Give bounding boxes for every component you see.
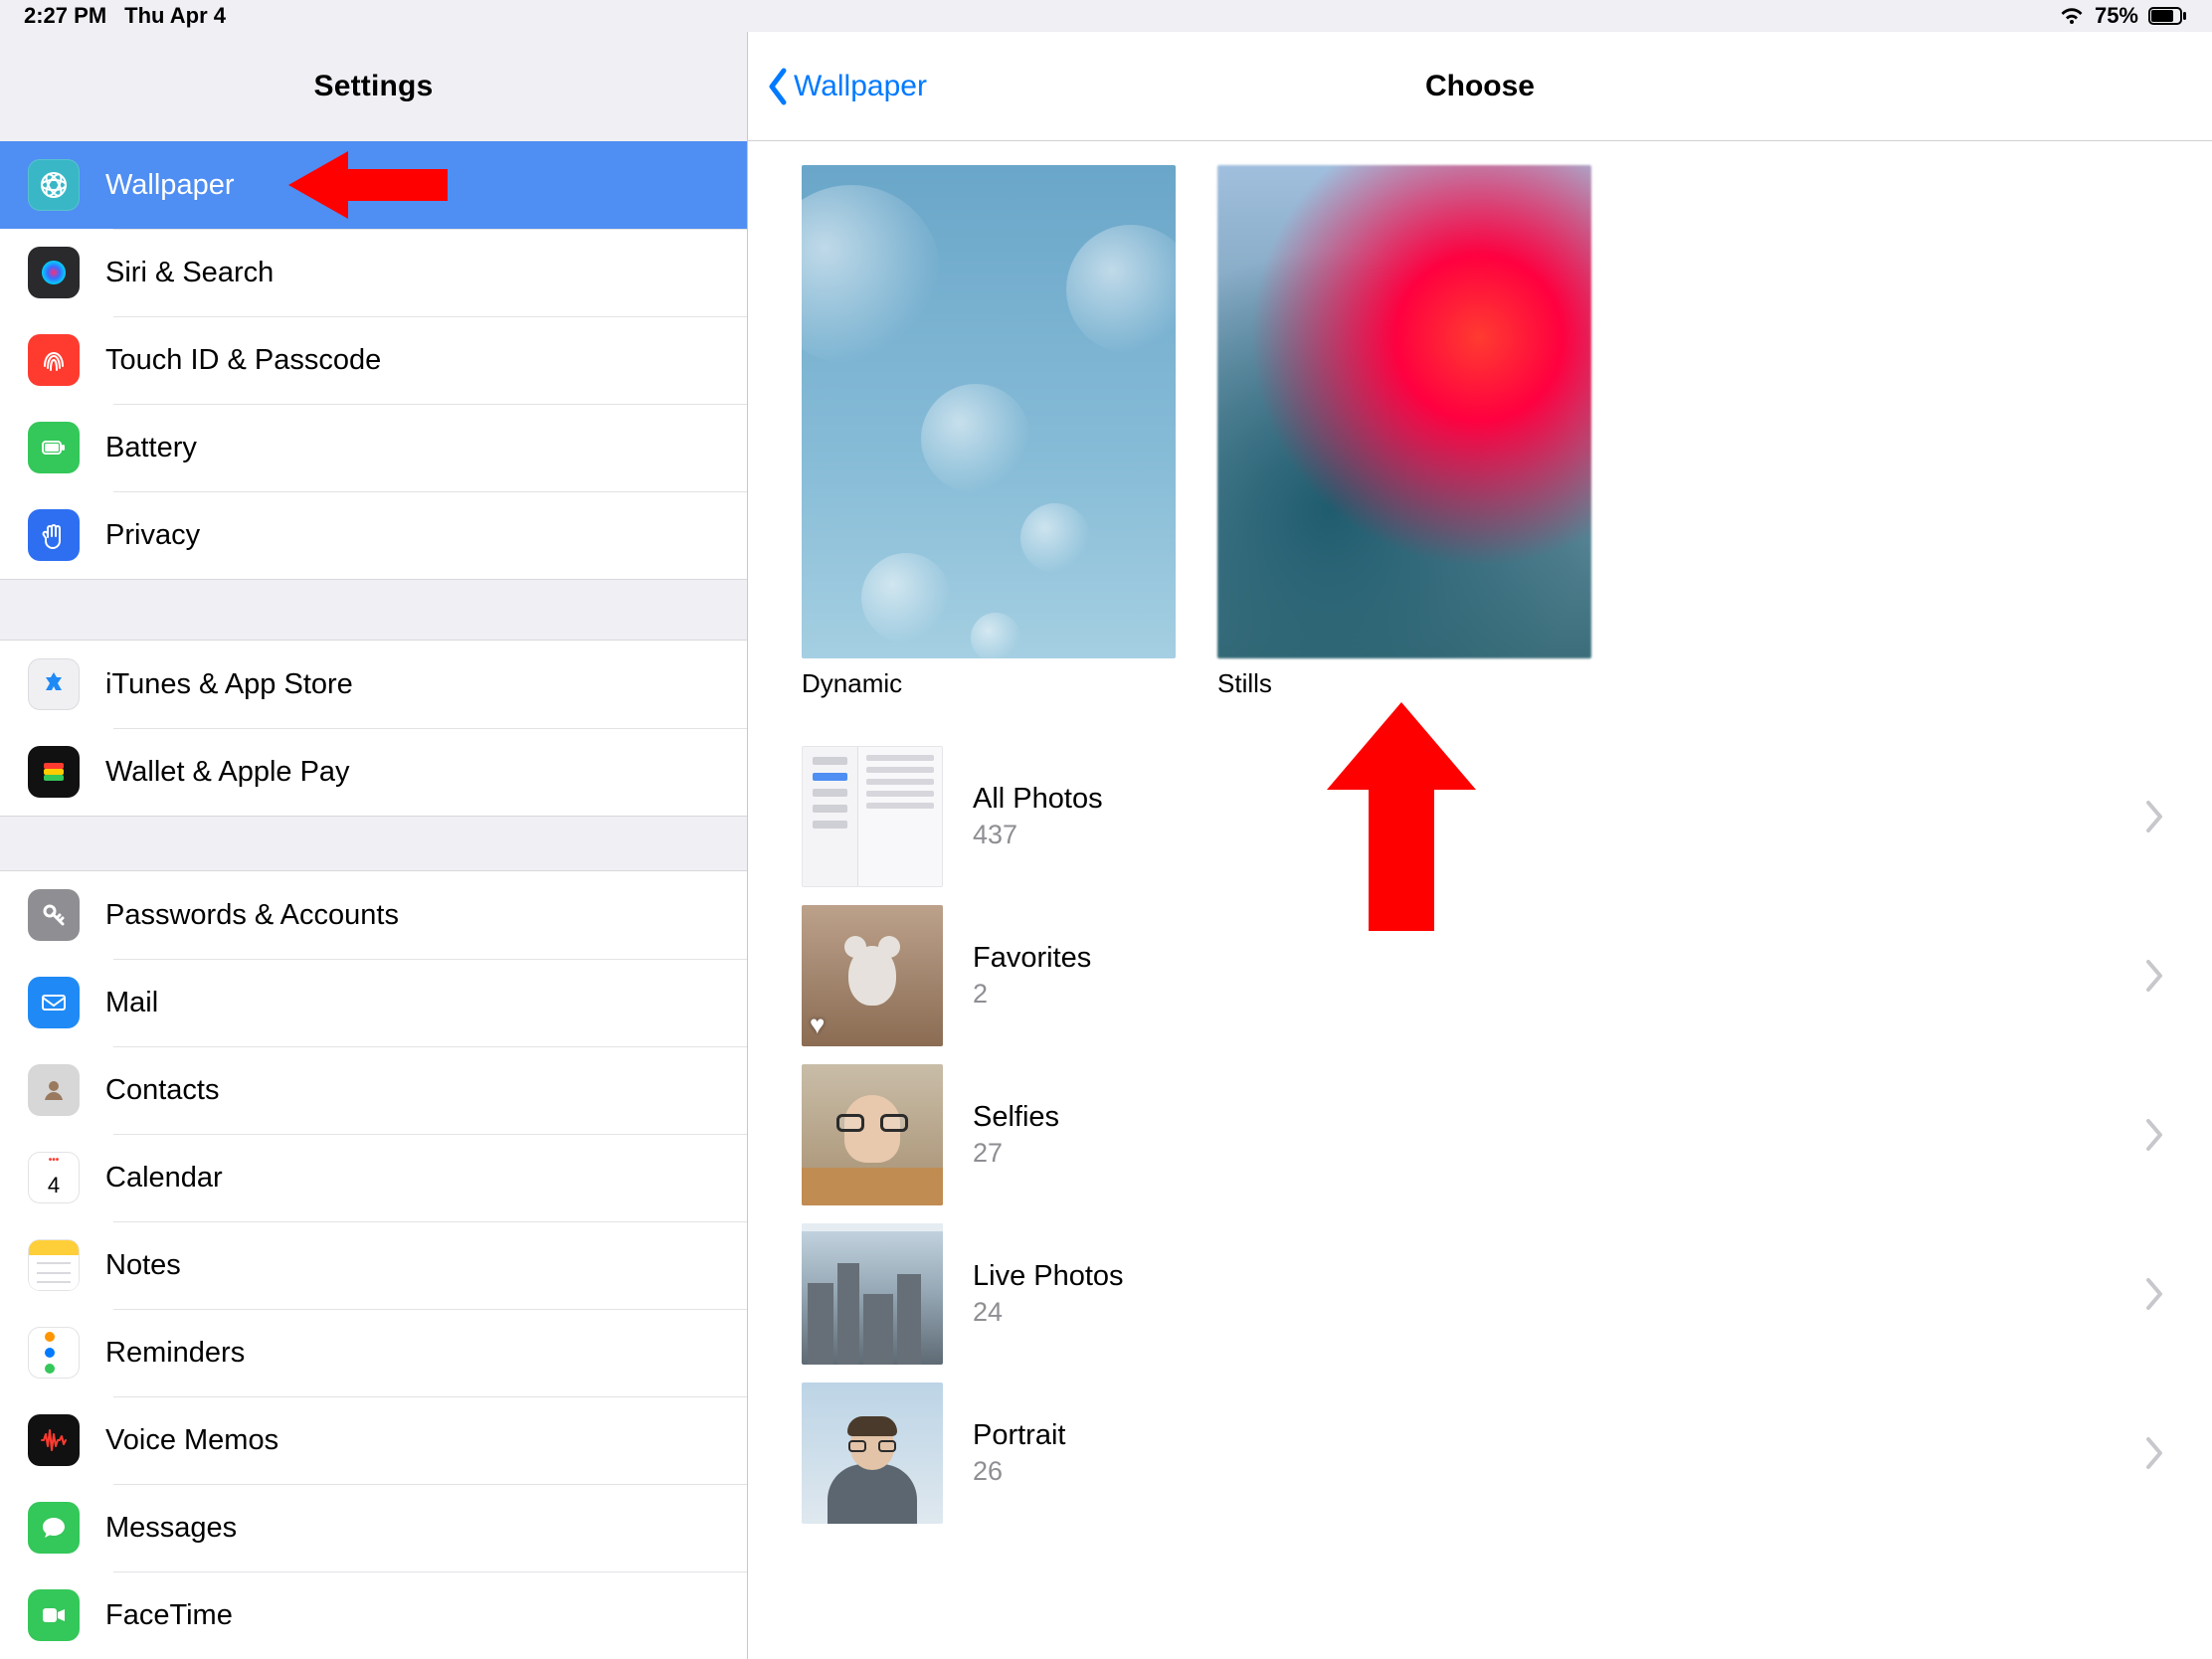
album-count: 27 <box>973 1138 1059 1169</box>
album-title: All Photos <box>973 783 1103 816</box>
sidebar-item-wallet[interactable]: Wallet & Apple Pay <box>0 728 747 816</box>
sidebar-item-voicememos[interactable]: Voice Memos <box>0 1396 747 1484</box>
tile-label: Dynamic <box>802 668 1176 699</box>
album-thumbnail: ♥ <box>802 905 943 1046</box>
heart-icon: ♥ <box>810 1010 825 1040</box>
album-live-photos[interactable]: Live Photos 24 <box>802 1214 2180 1374</box>
voicememos-icon <box>28 1414 80 1466</box>
sidebar-item-label: Passwords & Accounts <box>105 899 399 932</box>
status-battery-text: 75% <box>2095 3 2138 29</box>
album-count: 24 <box>973 1297 1124 1328</box>
sidebar-item-label: FaceTime <box>105 1599 233 1632</box>
main-header: Wallpaper Choose <box>748 32 2212 141</box>
status-date: Thu Apr 4 <box>124 3 226 29</box>
album-portrait[interactable]: Portrait 26 <box>802 1374 2180 1533</box>
key-icon <box>28 889 80 941</box>
settings-group: iTunes & App Store Wallet & Apple Pay <box>0 641 747 816</box>
sidebar-item-label: Contacts <box>105 1074 219 1107</box>
sidebar-item-contacts[interactable]: Contacts <box>0 1046 747 1134</box>
chevron-right-icon <box>2144 800 2164 833</box>
album-thumbnail <box>802 1064 943 1205</box>
sidebar-item-itunes[interactable]: iTunes & App Store <box>0 641 747 728</box>
siri-icon <box>28 247 80 298</box>
sidebar-item-label: Reminders <box>105 1337 245 1370</box>
mail-icon <box>28 977 80 1028</box>
sidebar-item-label: Calendar <box>105 1162 223 1195</box>
chevron-right-icon <box>2144 959 2164 993</box>
chevron-right-icon <box>2144 1277 2164 1311</box>
calendar-icon: •••4 <box>28 1152 80 1203</box>
messages-icon <box>28 1502 80 1554</box>
album-thumbnail <box>802 1223 943 1365</box>
chevron-right-icon <box>2144 1436 2164 1470</box>
battery-icon <box>2148 6 2188 26</box>
sidebar-item-reminders[interactable]: Reminders <box>0 1309 747 1396</box>
sidebar-item-label: Wallpaper <box>105 169 234 202</box>
album-count: 26 <box>973 1456 1065 1487</box>
sidebar-item-label: Messages <box>105 1512 237 1545</box>
sidebar-item-wallpaper[interactable]: Wallpaper <box>0 141 747 229</box>
sidebar-item-label: Battery <box>105 432 197 464</box>
dynamic-thumbnail <box>802 165 1176 658</box>
sidebar-item-calendar[interactable]: •••4 Calendar <box>0 1134 747 1221</box>
page-title: Choose <box>1425 70 1535 103</box>
album-thumbnail <box>802 1382 943 1524</box>
contacts-icon <box>28 1064 80 1116</box>
chevron-right-icon <box>2144 1118 2164 1152</box>
settings-group: Passwords & Accounts Mail Contacts <box>0 871 747 1659</box>
album-selfies[interactable]: Selfies 27 <box>802 1055 2180 1214</box>
settings-group: Wallpaper Siri & Search Touc <box>0 141 747 579</box>
wifi-icon <box>2059 6 2085 26</box>
sidebar-item-label: Voice Memos <box>105 1424 278 1457</box>
sidebar-item-label: Touch ID & Passcode <box>105 344 381 377</box>
settings-sidebar: Settings Wallpaper <box>0 32 748 1659</box>
sidebar-item-label: Siri & Search <box>105 257 274 289</box>
sidebar-item-siri[interactable]: Siri & Search <box>0 229 747 316</box>
reminders-icon <box>28 1327 80 1379</box>
sidebar-item-facetime[interactable]: FaceTime <box>0 1571 747 1659</box>
album-count: 2 <box>973 979 1091 1010</box>
annotation-arrow-left <box>288 145 448 225</box>
sidebar-item-notes[interactable]: Notes <box>0 1221 747 1309</box>
status-bar: 2:27 PM Thu Apr 4 75% <box>0 0 2212 32</box>
album-favorites[interactable]: ♥ Favorites 2 <box>802 896 2180 1055</box>
battery-icon <box>28 422 80 473</box>
sidebar-item-label: Wallet & Apple Pay <box>105 756 350 789</box>
sidebar-item-label: Notes <box>105 1249 181 1282</box>
main-panel: Wallpaper Choose Dyn <box>748 32 2212 1659</box>
sidebar-item-mail[interactable]: Mail <box>0 959 747 1046</box>
wallet-icon <box>28 746 80 798</box>
sidebar-item-privacy[interactable]: Privacy <box>0 491 747 579</box>
tile-label: Stills <box>1217 668 1591 699</box>
back-label: Wallpaper <box>794 70 927 103</box>
sidebar-item-messages[interactable]: Messages <box>0 1484 747 1571</box>
sidebar-item-label: iTunes & App Store <box>105 668 353 701</box>
status-time: 2:27 PM <box>24 3 106 29</box>
album-title: Selfies <box>973 1101 1059 1134</box>
fingerprint-icon <box>28 334 80 386</box>
album-title: Portrait <box>973 1419 1065 1452</box>
back-button[interactable]: Wallpaper <box>758 32 935 140</box>
wallpaper-category-dynamic[interactable]: Dynamic <box>802 165 1176 699</box>
hand-icon <box>28 509 80 561</box>
wallpaper-icon <box>28 159 80 211</box>
album-thumbnail <box>802 746 943 887</box>
stills-thumbnail <box>1217 165 1591 658</box>
sidebar-title: Settings <box>314 70 434 103</box>
chevron-left-icon <box>766 67 790 106</box>
album-all-photos[interactable]: All Photos 437 <box>802 737 2180 896</box>
sidebar-item-label: Privacy <box>105 519 200 552</box>
album-title: Favorites <box>973 942 1091 975</box>
album-count: 437 <box>973 820 1103 850</box>
appstore-icon <box>28 658 80 710</box>
sidebar-item-battery[interactable]: Battery <box>0 404 747 491</box>
facetime-icon <box>28 1589 80 1641</box>
album-title: Live Photos <box>973 1260 1124 1293</box>
wallpaper-category-stills[interactable]: Stills <box>1217 165 1591 699</box>
sidebar-item-touchid[interactable]: Touch ID & Passcode <box>0 316 747 404</box>
sidebar-item-passwords[interactable]: Passwords & Accounts <box>0 871 747 959</box>
notes-icon <box>28 1239 80 1291</box>
sidebar-item-label: Mail <box>105 987 158 1019</box>
